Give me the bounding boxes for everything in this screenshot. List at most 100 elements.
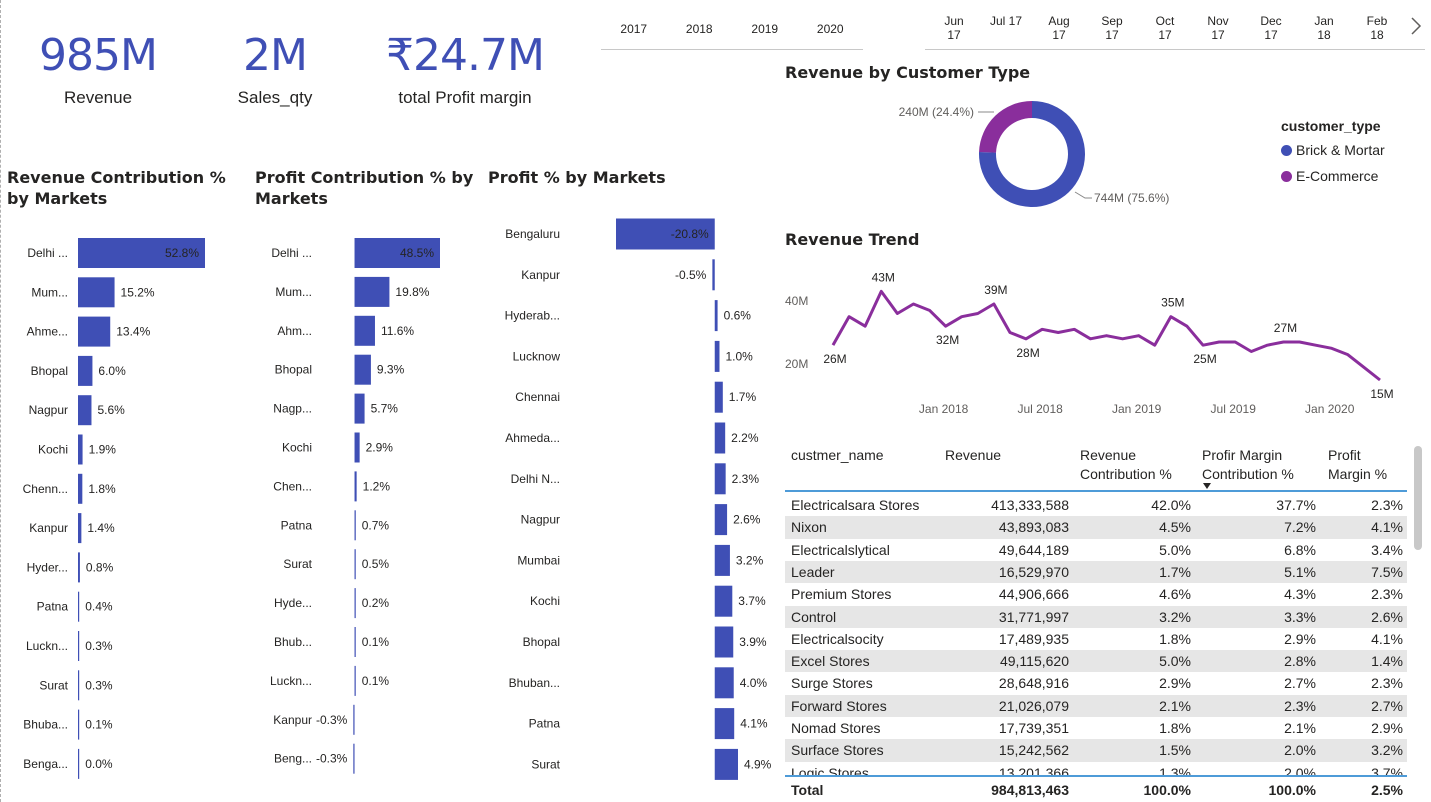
bar[interactable] (714, 381, 723, 413)
bar[interactable] (354, 276, 390, 307)
table-row[interactable]: Electricalslytical 49,644,189 5.0% 6.8% 3.4% (785, 539, 1407, 561)
profit-pct-chart[interactable]: Bengaluru -20.8% Kanpur -0.5% Hyderab... 0.6%… (470, 213, 772, 783)
month-option[interactable]: Jan 18 (1299, 14, 1349, 42)
bar[interactable] (354, 588, 356, 619)
cell-value: 42.0% (1151, 497, 1191, 513)
category-label: Nagp... (273, 402, 312, 416)
bar[interactable] (714, 748, 738, 780)
bar[interactable] (78, 670, 80, 701)
bar[interactable] (78, 709, 80, 740)
year-option[interactable]: 2019 (732, 10, 798, 49)
data-label: 0.7% (362, 518, 390, 532)
month-option[interactable]: Aug 17 (1034, 14, 1084, 42)
bar[interactable] (78, 316, 111, 347)
table-row[interactable]: Forward Stores 21,026,079 2.1% 2.3% 2.7% (785, 694, 1407, 717)
data-label: -0.3% (316, 713, 348, 727)
month-option[interactable]: Nov 17 (1193, 14, 1243, 42)
bar[interactable] (714, 504, 728, 536)
cell-value: 49,644,189 (998, 541, 1069, 558)
year-option[interactable]: 2018 (667, 10, 733, 49)
bar[interactable] (78, 434, 83, 465)
customer-type-donut[interactable]: 744M (75.6%) 240M (24.4%) (870, 92, 1270, 217)
col-header-revenue[interactable]: Revenue (945, 446, 1025, 465)
profit-contribution-chart[interactable]: Delhi ... 48.5% Mum... 19.8% Ahm... 11.6% Bhop… (240, 230, 470, 790)
bar[interactable] (78, 552, 80, 583)
bar[interactable] (354, 315, 375, 346)
data-label: 0.1% (85, 718, 113, 732)
kpi-revenue[interactable]: 985M Revenue (38, 30, 158, 108)
month-option[interactable]: Oct 17 (1140, 14, 1190, 42)
table-row[interactable]: Control 31,771,997 3.2% 3.3% 2.6% (785, 605, 1407, 628)
revenue-contribution-chart[interactable]: Delhi ... 52.8% Mum... 15.2% Ahme... 13.4% Bho… (0, 230, 230, 790)
month-option[interactable]: Jun 17 (929, 14, 979, 42)
chevron-right-icon[interactable] (1409, 16, 1423, 36)
bar[interactable] (78, 277, 115, 308)
bar[interactable] (354, 432, 360, 463)
cell-customer: Logic Stores (791, 764, 869, 775)
bar[interactable] (78, 473, 83, 504)
legend-item-brick[interactable]: Brick & Mortar (1281, 142, 1385, 158)
bar[interactable] (78, 591, 80, 622)
bar[interactable] (78, 631, 80, 661)
month-option[interactable]: Jul 17 (981, 14, 1031, 28)
bar[interactable] (353, 743, 355, 774)
bar[interactable] (714, 463, 726, 495)
table-row[interactable]: Excel Stores 49,115,620 5.0% 2.8% 1.4% (785, 650, 1407, 673)
bar[interactable] (78, 355, 93, 386)
bar[interactable] (353, 704, 355, 735)
bar[interactable] (714, 300, 718, 332)
revenue-trend-chart[interactable]: 40M 20M Jan 2018 Jul 2018 Jan 2019 Jul 2019 Ja… (780, 260, 1410, 425)
data-label: 5.7% (371, 402, 399, 416)
bar[interactable] (714, 708, 735, 740)
data-label: 0.6% (724, 309, 752, 323)
table-row[interactable]: Surface Stores 15,242,562 1.5% 2.0% 3.2% (785, 739, 1407, 762)
category-label: Patna (529, 717, 561, 731)
bar[interactable] (78, 513, 82, 544)
bar[interactable] (714, 667, 734, 699)
month-option[interactable]: Dec 17 (1246, 14, 1296, 42)
kpi-profit-margin[interactable]: ₹24.7M total Profit margin (375, 30, 555, 108)
table-row[interactable]: Leader 16,529,970 1.7% 5.1% 7.5% (785, 560, 1407, 584)
bar[interactable] (354, 627, 356, 657)
bar[interactable] (714, 585, 733, 617)
table-row[interactable]: Nixon 43,893,083 4.5% 7.2% 4.1% (785, 516, 1407, 539)
bar[interactable] (712, 259, 715, 291)
month-option[interactable]: Sep 17 (1087, 14, 1137, 42)
col-header-profit-margin[interactable]: Profit Margin % (1328, 446, 1403, 484)
bar[interactable] (78, 395, 92, 426)
table-row[interactable]: Logic Stores 13,201,366 1.3% 2.0% 3.7% (785, 762, 1407, 775)
col-header-revenue-contribution[interactable]: Revenue Contribution % (1080, 446, 1190, 484)
kpi-sales-qty[interactable]: 2M Sales_qty (225, 30, 325, 108)
table-row[interactable]: Surge Stores 28,648,916 2.9% 2.7% 2.3% (785, 672, 1407, 694)
revenue-line[interactable] (831, 289, 1381, 382)
col-header-profit-margin-contribution[interactable]: Profir Margin Contribution % (1202, 446, 1312, 484)
legend-item-ecommerce[interactable]: E-Commerce (1281, 168, 1385, 184)
month-option[interactable]: Feb 18 (1352, 14, 1402, 42)
table-row[interactable]: Premium Stores 44,906,666 4.6% 4.3% 2.3% (785, 583, 1407, 605)
y-tick-label: 20M (785, 357, 808, 371)
bar[interactable] (354, 354, 371, 385)
legend-title: customer_type (1281, 118, 1381, 134)
table-scrollbar[interactable] (1414, 446, 1422, 550)
bar[interactable] (78, 748, 80, 779)
bar[interactable] (354, 665, 356, 696)
total-profit-margin: 2.5% (1371, 782, 1403, 798)
sort-desc-icon[interactable] (1203, 483, 1211, 489)
bar[interactable] (354, 510, 356, 541)
data-label: 3.9% (739, 635, 767, 649)
table-row[interactable]: Electricalsocity 17,489,935 1.8% 2.9% 4.1% (785, 628, 1407, 650)
bar[interactable] (714, 340, 720, 372)
bar[interactable] (714, 422, 726, 454)
bar[interactable] (354, 393, 365, 424)
donut-slice[interactable] (979, 101, 1032, 153)
year-option[interactable]: 2020 (798, 10, 864, 49)
year-option[interactable]: 2017 (601, 10, 667, 49)
bar[interactable] (354, 471, 357, 502)
bar[interactable] (354, 549, 356, 580)
bar[interactable] (714, 544, 730, 576)
table-row[interactable]: Nomad Stores 17,739,351 1.8% 2.1% 2.9% (785, 717, 1407, 739)
bar[interactable] (714, 626, 734, 658)
table-row[interactable]: Electricalsara Stores 413,333,588 42.0% 37.… (785, 494, 1407, 516)
data-label: 4.1% (740, 717, 768, 731)
col-header-customer[interactable]: custmer_name (791, 446, 931, 465)
